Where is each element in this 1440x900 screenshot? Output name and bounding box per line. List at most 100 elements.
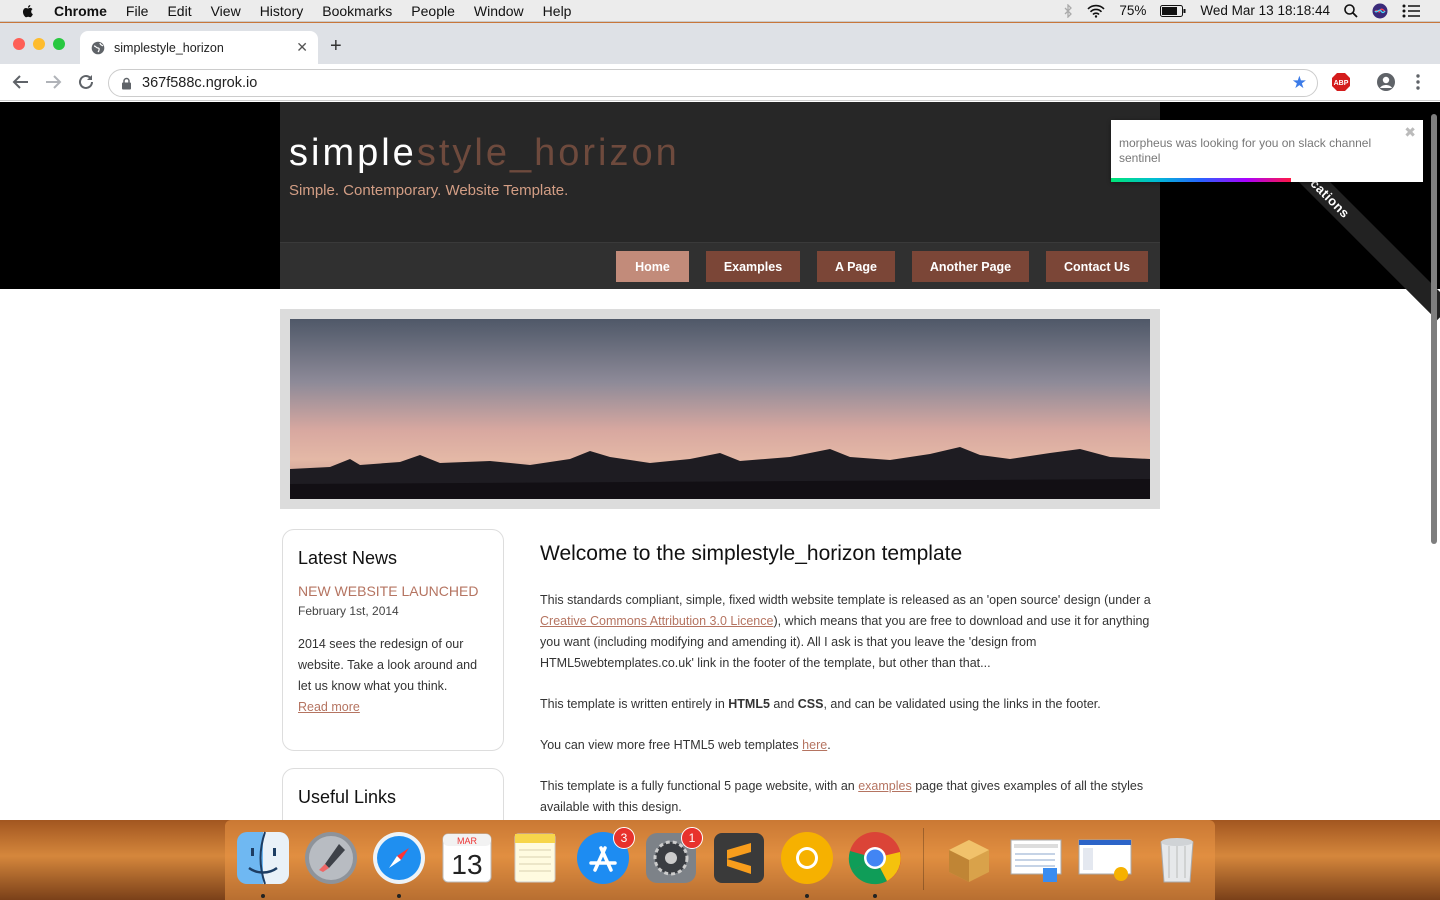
banner-frame xyxy=(280,309,1160,509)
site-logo[interactable]: simplestyle_horizon xyxy=(289,132,680,175)
macos-menubar: Chrome File Edit View History Bookmarks … xyxy=(0,0,1440,22)
menu-people[interactable]: People xyxy=(411,3,455,19)
menu-edit[interactable]: Edit xyxy=(167,3,191,19)
p4-text-a: This template is a fully functional 5 pa… xyxy=(540,779,859,793)
sublime-text-icon[interactable] xyxy=(711,830,767,886)
nav-a-page[interactable]: A Page xyxy=(817,251,895,282)
trash-icon[interactable] xyxy=(1149,830,1205,886)
menu-window[interactable]: Window xyxy=(474,3,524,19)
browser-tab[interactable]: simplestyle_horizon ✕ xyxy=(80,31,318,64)
notification-progress-bar xyxy=(1111,178,1291,182)
page-title: Welcome to the simplestyle_horizon templ… xyxy=(540,542,963,565)
examples-paragraph: This template is a fully functional 5 pa… xyxy=(540,776,1160,818)
window-zoom-button[interactable] xyxy=(53,38,65,50)
html5-paragraph: This template is written entirely in HTM… xyxy=(540,694,1160,715)
bluetooth-icon[interactable] xyxy=(1063,3,1073,18)
news-title: NEW WEBSITE LAUNCHED xyxy=(298,583,479,599)
safari-icon[interactable] xyxy=(371,830,427,886)
chrome-canary-icon[interactable] xyxy=(779,830,835,886)
useful-links-box: Useful Links xyxy=(282,768,504,820)
intro-paragraph: This standards compliant, simple, fixed … xyxy=(540,590,1160,674)
apple-icon[interactable] xyxy=(20,3,36,19)
window-close-button[interactable] xyxy=(13,38,25,50)
notification-toast[interactable]: morpheus was looking for you on slack ch… xyxy=(1111,120,1423,182)
downloads-stack-icon[interactable] xyxy=(1009,830,1065,886)
new-tab-icon[interactable]: + xyxy=(330,35,342,58)
finder-icon[interactable] xyxy=(235,830,291,886)
notification-message: morpheus was looking for you on slack ch… xyxy=(1119,136,1372,165)
address-bar[interactable]: 367f588c.ngrok.io ★ xyxy=(108,69,1318,97)
read-more-link[interactable]: Read more xyxy=(298,700,360,714)
p1-text-a: This standards compliant, simple, fixed … xyxy=(540,593,1151,607)
tab-strip: simplestyle_horizon ✕ + xyxy=(0,23,1440,64)
system-preferences-badge: 1 xyxy=(681,827,703,849)
latest-news-heading: Latest News xyxy=(298,548,398,568)
menu-file[interactable]: File xyxy=(126,3,149,19)
battery-percent: 75% xyxy=(1119,3,1147,18)
menubar-clock[interactable]: Wed Mar 13 18:18:44 xyxy=(1200,3,1330,18)
site-header: simplestyle_horizon Simple. Contemporary… xyxy=(280,102,1160,289)
menu-app-name[interactable]: Chrome xyxy=(54,3,107,19)
cc-licence-link[interactable]: Creative Commons Attribution 3.0 Licence xyxy=(540,614,773,628)
back-icon[interactable] xyxy=(12,73,30,96)
browser-toolbar: 367f588c.ngrok.io ★ ABP xyxy=(0,64,1440,101)
macos-dock: MAR 13 3 1 xyxy=(225,820,1215,900)
useful-links-heading: Useful Links xyxy=(298,787,397,807)
battery-icon[interactable] xyxy=(1160,4,1186,17)
logo-part-simple: simple xyxy=(289,132,417,174)
installer-package-icon[interactable] xyxy=(941,830,997,886)
forward-icon[interactable] xyxy=(44,73,62,96)
notification-close-icon[interactable]: ✖ xyxy=(1404,124,1416,141)
finder-running-dot xyxy=(261,894,265,898)
chrome-window: simplestyle_horizon ✕ + 367f588c.ngrok.i… xyxy=(0,23,1440,820)
siri-icon[interactable] xyxy=(1372,3,1388,19)
canary-running-dot xyxy=(805,894,809,898)
calendar-day: 13 xyxy=(451,849,482,880)
p3-text-b: . xyxy=(827,738,831,752)
p2-text-b: , and can be validated using the links i… xyxy=(823,697,1101,711)
nav-home[interactable]: Home xyxy=(616,251,689,282)
examples-link[interactable]: examples xyxy=(858,779,912,793)
documents-stack-icon[interactable] xyxy=(1077,830,1133,886)
adblock-label: ABP xyxy=(1334,80,1349,87)
nav-another-page[interactable]: Another Page xyxy=(912,251,1029,282)
menu-help[interactable]: Help xyxy=(543,3,572,19)
chrome-icon[interactable] xyxy=(847,830,903,886)
tab-close-icon[interactable]: ✕ xyxy=(296,39,308,56)
page-scrollbar[interactable] xyxy=(1431,114,1437,544)
notification-center-icon[interactable] xyxy=(1402,4,1420,18)
menu-bookmarks[interactable]: Bookmarks xyxy=(322,3,392,19)
globe-icon xyxy=(91,41,105,54)
menu-view[interactable]: View xyxy=(211,3,241,19)
wifi-icon[interactable] xyxy=(1087,4,1105,18)
news-date: February 1st, 2014 xyxy=(298,604,399,618)
banner-image xyxy=(290,319,1150,499)
adblock-plus-icon[interactable]: ABP xyxy=(1331,72,1351,97)
p2-and: and xyxy=(769,697,798,711)
spotlight-search-icon[interactable] xyxy=(1344,3,1358,18)
launchpad-icon[interactable] xyxy=(303,830,359,886)
chrome-menu-icon[interactable] xyxy=(1413,72,1423,97)
nav-examples[interactable]: Examples xyxy=(706,251,800,282)
profile-avatar-icon[interactable] xyxy=(1376,72,1396,97)
app-store-badge: 3 xyxy=(613,827,635,849)
url-text: 367f588c.ngrok.io xyxy=(142,75,258,91)
reload-icon[interactable] xyxy=(77,73,95,96)
menu-history[interactable]: History xyxy=(260,3,304,19)
html5-term: HTML5 xyxy=(728,697,770,711)
site-nav: Home Examples A Page Another Page Contac… xyxy=(280,242,1160,289)
bookmark-star-icon[interactable]: ★ xyxy=(1292,73,1307,93)
notes-icon[interactable] xyxy=(507,830,563,886)
calendar-month: MAR xyxy=(457,836,478,846)
main-content: Welcome to the simplestyle_horizon templ… xyxy=(540,542,1160,818)
dock-separator xyxy=(923,828,924,890)
p2-text-a: This template is written entirely in xyxy=(540,697,729,711)
here-link[interactable]: here xyxy=(802,738,827,752)
page-viewport: simplestyle_horizon Simple. Contemporary… xyxy=(0,102,1440,820)
nav-contact-us[interactable]: Contact Us xyxy=(1046,251,1148,282)
lock-icon[interactable] xyxy=(121,77,132,90)
window-minimize-button[interactable] xyxy=(33,38,45,50)
site-slogan: Simple. Contemporary. Website Template. xyxy=(289,182,569,199)
calendar-icon[interactable]: MAR 13 xyxy=(439,830,495,886)
news-body: 2014 sees the redesign of our website. T… xyxy=(298,634,488,718)
